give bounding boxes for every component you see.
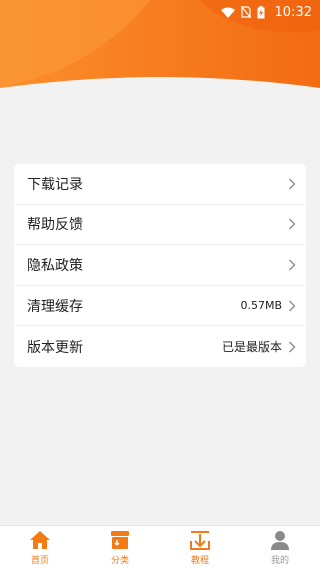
chevron-right-icon [289,178,296,190]
bottom-tab-bar: 首页 分类 教程 我的 [0,525,320,569]
battery-charging-icon [257,5,265,18]
version-status-value: 已是最版本 [221,340,282,355]
settings-row-label: 版本更新 [27,339,83,356]
settings-row-download-history[interactable]: 下载记录 [14,164,306,205]
settings-row-label: 清理缓存 [27,298,83,315]
chevron-right-icon [289,300,296,312]
tab-label: 教程 [190,556,209,566]
settings-row-privacy-policy[interactable]: 隐私政策 [14,245,306,286]
chevron-right-icon [289,341,296,353]
tab-home[interactable]: 首页 [0,526,80,569]
tab-category[interactable]: 分类 [80,526,160,569]
cache-size-value: 0.57MB [240,299,282,313]
tab-label: 首页 [30,556,49,566]
settings-row-label: 帮助反馈 [27,217,83,234]
tab-label: 分类 [110,556,129,566]
home-icon [30,531,50,549]
settings-row-label: 隐私政策 [27,257,83,274]
chevron-right-icon [289,218,296,230]
category-icon [111,531,129,549]
settings-row-clear-cache[interactable]: 清理缓存 0.57MB [14,286,306,327]
tab-tutorial[interactable]: 教程 [160,526,240,569]
wifi-icon [220,7,235,18]
no-sim-icon [240,6,251,18]
tab-label: 我的 [270,556,289,566]
status-time: 10:32 [274,4,312,20]
settings-row-version-update[interactable]: 版本更新 已是最版本 [14,326,306,367]
settings-row-help-feedback[interactable]: 帮助反馈 [14,205,306,246]
status-bar: 10:32 [0,0,320,24]
download-tutorial-icon [190,531,210,550]
settings-list: 下载记录 帮助反馈 隐私政策 清理缓存 0.57MB 版本更新 已是最版本 [14,164,306,367]
chevron-right-icon [289,259,296,271]
tab-profile[interactable]: 我的 [240,526,320,569]
profile-icon [271,531,289,550]
settings-row-label: 下载记录 [27,176,83,193]
